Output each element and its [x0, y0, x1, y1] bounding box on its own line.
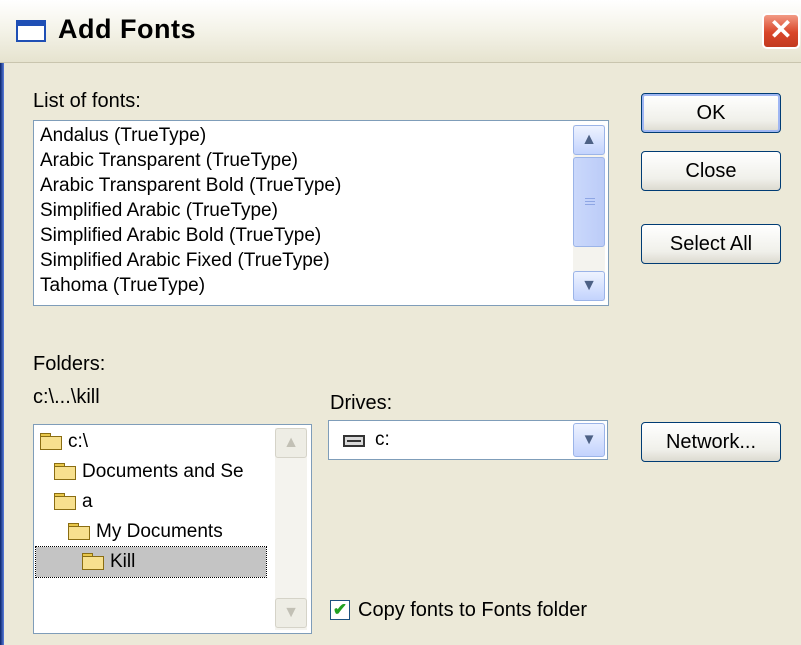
tree-node-my-documents[interactable]: My Documents	[68, 517, 223, 547]
list-item[interactable]: Tahoma (TrueType)	[40, 275, 205, 297]
folder-tree-scrollbar[interactable]: ▲ ▼	[275, 428, 307, 630]
tree-node-c[interactable]: c:\	[40, 427, 88, 457]
copy-fonts-label[interactable]: Copy fonts to Fonts folder	[358, 599, 587, 622]
list-item[interactable]: Arabic Transparent (TrueType)	[40, 150, 298, 172]
network-button[interactable]: Network...	[641, 422, 781, 462]
scroll-down-icon[interactable]: ▼	[275, 598, 307, 628]
scroll-up-icon[interactable]: ▲	[573, 125, 605, 155]
open-folder-icon	[68, 523, 90, 540]
scroll-thumb[interactable]	[573, 157, 605, 247]
folders-label: Folders:	[33, 353, 106, 375]
dropdown-arrow-icon[interactable]: ▼	[573, 423, 605, 457]
list-item[interactable]: Andalus (TrueType)	[40, 125, 206, 147]
close-button[interactable]: Close	[641, 151, 781, 191]
font-list-scrollbar[interactable]: ▲ ▼	[573, 125, 605, 301]
select-all-button[interactable]: Select All	[641, 224, 781, 264]
copy-fonts-checkbox[interactable]: ✔	[330, 600, 350, 620]
folder-path: c:\...\kill	[33, 386, 100, 408]
open-folder-icon	[54, 463, 76, 480]
folder-tree[interactable]: c:\ Documents and Se a My Documents Kill…	[33, 424, 312, 634]
drive-icon	[343, 435, 365, 447]
tree-node-documents-and-settings[interactable]: Documents and Se	[54, 457, 244, 487]
drives-value: c:	[375, 429, 390, 450]
list-item[interactable]: Arabic Transparent Bold (TrueType)	[40, 175, 341, 197]
close-icon[interactable]: ✕	[762, 13, 800, 49]
open-folder-icon	[40, 433, 62, 450]
ok-button[interactable]: OK	[641, 93, 781, 133]
font-list-label: List of fonts:	[33, 90, 141, 112]
drives-label: Drives:	[330, 392, 393, 414]
list-item[interactable]: Simplified Arabic Bold (TrueType)	[40, 225, 321, 247]
window-border	[0, 0, 4, 645]
font-list[interactable]: Andalus (TrueType) Arabic Transparent (T…	[33, 120, 609, 306]
tree-node-kill[interactable]: Kill	[35, 546, 267, 578]
scroll-up-icon[interactable]: ▲	[275, 428, 307, 458]
checkmark-icon: ✔	[332, 600, 348, 619]
list-item[interactable]: Simplified Arabic (TrueType)	[40, 200, 278, 222]
open-folder-icon	[82, 553, 104, 570]
window-icon	[16, 20, 46, 42]
title-bar[interactable]: Add Fonts ✕	[0, 0, 801, 63]
window-title: Add Fonts	[58, 14, 196, 44]
list-item[interactable]: Simplified Arabic Fixed (TrueType)	[40, 250, 330, 272]
drives-select[interactable]: c: ▼	[328, 420, 608, 460]
open-folder-icon	[54, 493, 76, 510]
scroll-down-icon[interactable]: ▼	[573, 271, 605, 301]
tree-node-a[interactable]: a	[54, 487, 93, 517]
